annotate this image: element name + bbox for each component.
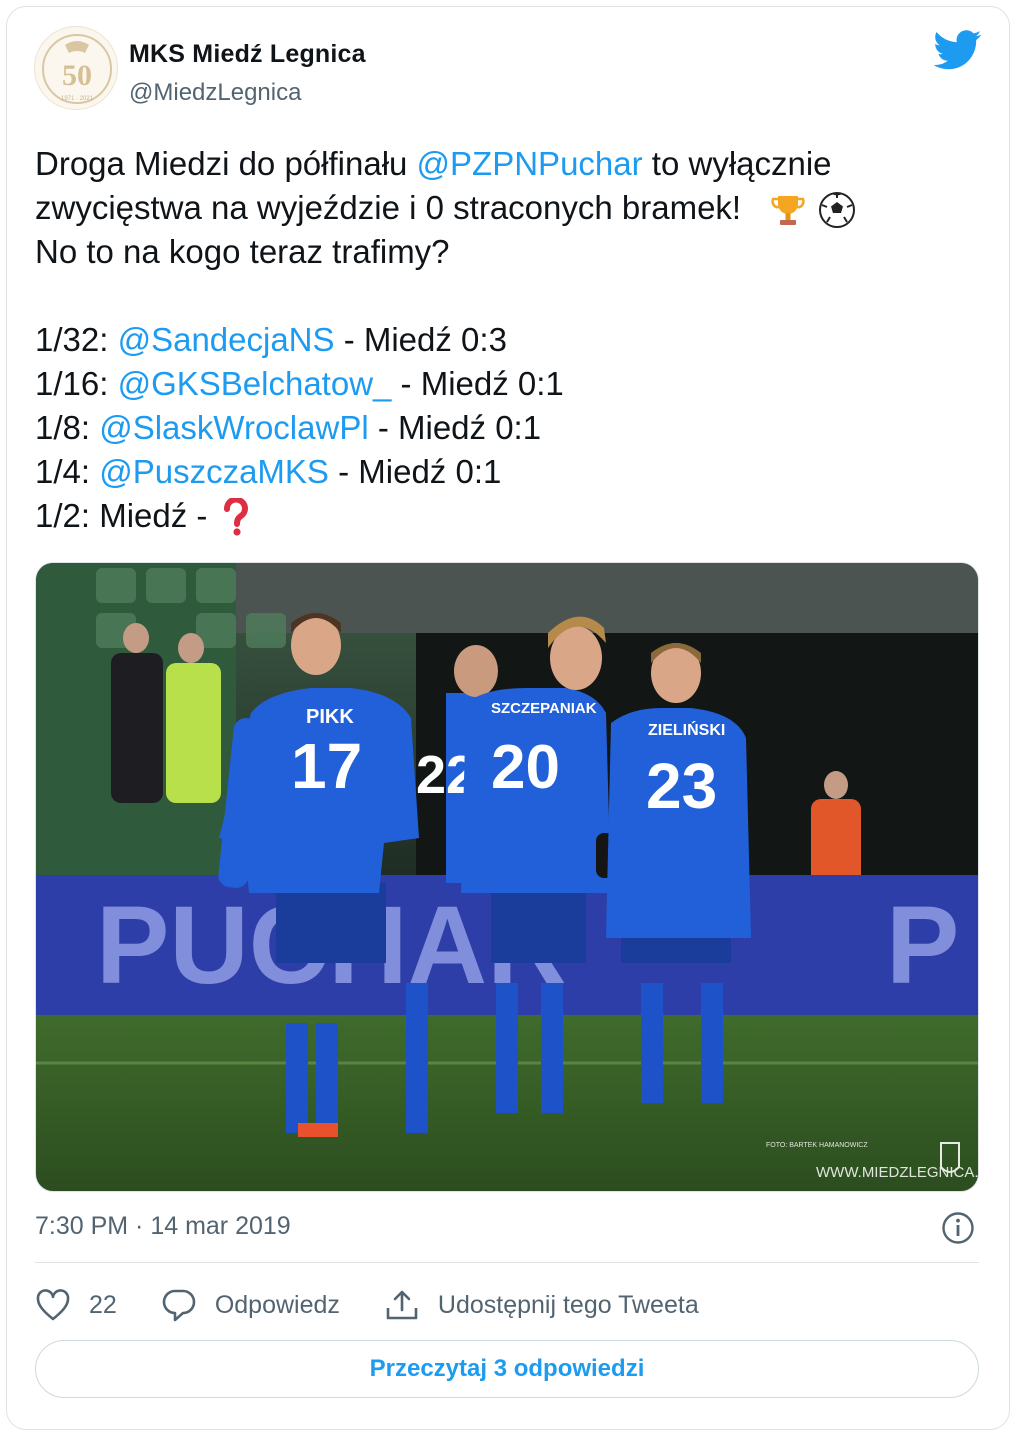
trophy-icon [771,196,805,226]
read-replies-label: Przeczytaj 3 odpowiedzi [369,1355,645,1382]
tweet-line: zwycięstwa na wyjeździe i 0 straconych b… [35,186,975,230]
svg-text:17: 17 [291,730,362,802]
like-count: 22 [89,1290,117,1319]
question-mark-icon [223,498,248,536]
info-icon[interactable] [941,1211,975,1245]
result-line: 1/8: @SlaskWroclawPl - Miedź 0:1 [35,406,975,450]
action-bar: 22 Odpowiedz Udostępnij tego Tweeta [35,1284,743,1326]
svg-text:23: 23 [646,750,717,822]
score-text: - Miedź 0:1 [328,453,502,490]
score-text: - Miedź 0:1 [391,365,564,402]
twitter-bird-icon[interactable] [934,30,982,70]
svg-text:50: 50 [62,59,92,92]
club-logo-icon: 50 1971 · 2021 [42,34,112,104]
tweet-timestamp[interactable]: 7:30 PM · 14 mar 2019 [35,1212,291,1241]
svg-text:20: 20 [491,733,560,802]
mention-link[interactable]: @GKSBelchatow_ [118,365,392,402]
svg-text:P: P [886,884,959,1007]
avatar[interactable]: 50 1971 · 2021 [34,26,118,110]
result-line: 1/4: @PuszczaMKS - Miedź 0:1 [35,450,975,494]
share-button[interactable]: Udostępnij tego Tweeta [384,1288,699,1322]
mention-link[interactable]: @PuszczaMKS [99,453,329,490]
tweet-text: Droga Miedzi do półfinału @PZPNPuchar to… [35,142,975,538]
score-text: - Miedź 0:3 [334,321,507,358]
read-replies-button[interactable]: Przeczytaj 3 odpowiedzi [35,1340,979,1398]
tweet-photo[interactable]: PUCHAR P PIKK 17 22 [35,562,979,1192]
result-line: 1/2: Miedź - [35,494,975,538]
mention-link[interactable]: @SlaskWroclawPl [99,409,368,446]
svg-text:PIKK: PIKK [306,706,354,728]
tweet-line: No to na kogo teraz trafimy? [35,233,450,270]
svg-text:SZCZEPANIAK: SZCZEPANIAK [491,700,597,717]
score-text: - Miedź 0:1 [368,409,542,446]
mention-link[interactable]: @PZPNPuchar [417,145,643,182]
round-label: 1/2: Miedź - [35,497,217,534]
photo-credit: FOTO: BARTEK HAMANOWICZ [766,1142,868,1149]
svg-text:ZIELIŃSKI: ZIELIŃSKI [648,720,725,739]
soccer-ball-icon [819,192,856,229]
tweet-text-segment: Droga Miedzi do półfinału [35,145,417,182]
tweet-text-segment: zwycięstwa na wyjeździe i 0 straconych b… [35,189,742,226]
round-label: 1/8: [35,409,100,446]
share-label: Udostępnij tego Tweeta [437,1290,699,1319]
result-line: 1/32: @SandecjaNS - Miedź 0:3 [35,318,975,362]
share-icon [386,1290,418,1320]
author-name[interactable]: MKS Miedź Legnica [129,40,366,69]
tweet-line: Droga Miedzi do półfinału @PZPNPuchar to… [35,142,975,186]
round-label: 1/32: [35,321,118,358]
reply-label: Odpowiedz [214,1290,340,1319]
football-celebration-image: PUCHAR P PIKK 17 22 [36,563,979,1191]
svg-text:1971 · 2021: 1971 · 2021 [61,96,94,102]
divider [35,1262,979,1263]
mention-link[interactable]: @SandecjaNS [118,321,335,358]
result-line: 1/16: @GKSBelchatow_ - Miedź 0:1 [35,362,975,406]
like-button[interactable]: 22 [35,1288,117,1322]
tweet-text-segment: to wyłącznie [642,145,832,182]
photo-watermark: WWW.MIEDZLEGNICA.EU [816,1164,979,1181]
round-label: 1/16: [35,365,118,402]
author-handle[interactable]: @MiedzLegnica [129,79,301,107]
round-label: 1/4: [35,453,100,490]
reply-icon [162,1289,196,1322]
reply-button[interactable]: Odpowiedz [161,1288,340,1322]
heart-icon [36,1289,70,1321]
